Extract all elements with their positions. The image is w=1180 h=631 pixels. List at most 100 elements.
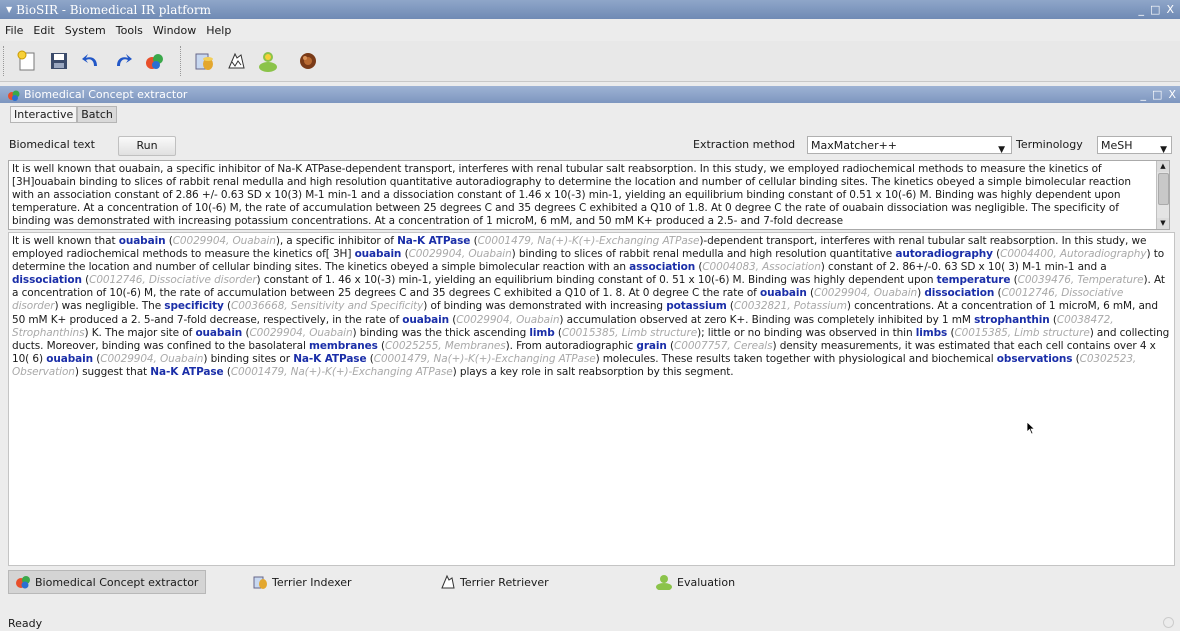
window-menu-icon[interactable]: ▼ — [6, 5, 12, 14]
concept-term[interactable]: specificity — [164, 300, 224, 312]
concept-term[interactable]: strophanthin — [974, 314, 1050, 326]
annotated-text: It is well known that ouabain (C0029904,… — [12, 235, 1170, 378]
terminology-select[interactable]: MeSH ▼ — [1097, 136, 1172, 155]
save-icon[interactable] — [46, 48, 72, 74]
retriever-icon[interactable] — [223, 48, 249, 74]
concept-term[interactable]: ouabain — [119, 235, 166, 247]
toolbar-grip-2[interactable] — [180, 46, 185, 76]
bottom-tab-terrier-indexer[interactable]: Terrier Indexer — [252, 570, 352, 594]
plain-text: suggest that — [78, 365, 151, 378]
concept-term[interactable]: Na-K ATPase — [397, 235, 470, 247]
plain-text: plays a key role in salt reabsorption by… — [456, 365, 734, 378]
panel-minimize-icon[interactable]: _ — [1141, 88, 1147, 101]
bottom-tab-label: Biomedical Concept extractor — [35, 575, 199, 589]
controls-row: Biomedical text Run Extraction method Ma… — [0, 135, 1180, 156]
concept-term[interactable]: limbs — [916, 327, 948, 339]
chevron-down-icon: ▼ — [998, 145, 1005, 155]
scroll-thumb[interactable] — [1158, 173, 1169, 205]
concept-term[interactable]: limb — [529, 327, 554, 339]
extraction-method-select[interactable]: MaxMatcher++ ▼ — [807, 136, 1012, 155]
menu-edit[interactable]: Edit — [28, 24, 59, 37]
plain-text: molecules. These results taken together … — [599, 352, 997, 365]
scroll-up-icon[interactable]: ▲ — [1157, 161, 1169, 172]
tab-interactive[interactable]: Interactive — [10, 106, 78, 123]
tab-batch[interactable]: Batch — [77, 106, 117, 123]
maximize-icon[interactable]: □ — [1150, 3, 1160, 16]
panel-maximize-icon[interactable]: □ — [1152, 88, 1162, 101]
status-text: Ready — [8, 617, 43, 630]
window-titlebar: ▼ BioSIR - Biomedical IR platform _ □ X — [0, 0, 1180, 19]
input-scrollbar[interactable]: ▲ ▼ — [1156, 161, 1169, 229]
plain-text: binding sites or — [207, 352, 294, 365]
bottom-tab-evaluation[interactable]: Evaluation — [655, 570, 735, 594]
concept-extractor-icon — [16, 576, 30, 589]
toolbar — [0, 41, 1180, 82]
concept-info: C0029904, Ouabain — [100, 352, 204, 365]
tool-icon[interactable] — [295, 48, 321, 74]
plain-text: binding was the thick ascending — [356, 326, 530, 339]
concept-term[interactable]: Na-K ATPase — [150, 366, 223, 378]
panel-close-icon[interactable]: X — [1168, 88, 1176, 101]
plain-text: It is well known that — [12, 235, 119, 247]
mouse-cursor-icon — [1026, 421, 1036, 435]
concept-term[interactable]: dissociation — [924, 287, 994, 299]
bottom-tab-concept-extractor[interactable]: Biomedical Concept extractor — [8, 570, 206, 594]
concept-extractor-icon[interactable] — [142, 48, 168, 74]
menu-tools[interactable]: Tools — [111, 24, 148, 37]
menu-bar: File Edit System Tools Window Help — [0, 19, 1180, 41]
evaluation-icon — [656, 575, 672, 590]
concept-term[interactable]: association — [629, 261, 695, 273]
concept-info: C0029904, Ouabain — [813, 287, 918, 300]
biomedical-text-input[interactable]: It is well known that ouabain, a specifi… — [8, 160, 1170, 230]
plain-text: accumulation observed at zero K+. Bindin… — [563, 313, 975, 326]
concept-term[interactable]: Na-K ATPase — [293, 353, 366, 365]
status-indicator-icon — [1163, 617, 1174, 628]
bottom-tab-label: Terrier Retriever — [460, 575, 549, 589]
concept-term[interactable]: grain — [636, 340, 666, 352]
menu-system[interactable]: System — [60, 24, 111, 37]
panel-title: Biomedical Concept extractor — [24, 88, 188, 101]
new-document-icon[interactable] — [14, 48, 40, 74]
plain-text: . From autoradiographic — [509, 339, 637, 352]
concept-term[interactable]: observations — [997, 353, 1073, 365]
plain-text: constant of 1. 46 x 10(-3) min-1, yieldi… — [260, 274, 937, 287]
scroll-down-icon[interactable]: ▼ — [1157, 218, 1169, 229]
evaluation-icon[interactable] — [255, 48, 281, 74]
concept-term[interactable]: potassium — [666, 300, 727, 312]
concept-term[interactable]: ouabain — [355, 248, 402, 260]
terminology-label: Terminology — [1016, 138, 1083, 151]
input-text: It is well known that ouabain, a specifi… — [12, 163, 1131, 227]
concept-term[interactable]: dissociation — [12, 274, 82, 286]
concept-info: C0025255, Membranes — [385, 339, 506, 352]
concept-term[interactable]: ouabain — [46, 353, 93, 365]
plain-text: ; little or no binding was observed in t… — [701, 326, 916, 339]
concept-info: C0015385, Limb structure — [954, 326, 1090, 339]
concept-term[interactable]: ouabain — [402, 314, 449, 326]
concept-info: C0001479, Na(+)-K(+)-Exchanging ATPase — [230, 365, 453, 378]
toolbar-grip[interactable] — [3, 46, 8, 76]
undo-icon[interactable] — [78, 48, 104, 74]
concept-term[interactable]: membranes — [309, 340, 378, 352]
annotated-output: It is well known that ouabain (C0029904,… — [8, 232, 1175, 566]
plain-text: binding to slices of rabbit renal medull… — [515, 248, 896, 261]
menu-window[interactable]: Window — [148, 24, 201, 37]
bottom-tab-terrier-retriever[interactable]: Terrier Retriever — [440, 570, 549, 594]
indexer-icon[interactable] — [191, 48, 217, 74]
panel-titlebar: Biomedical Concept extractor _ □ X — [0, 86, 1180, 103]
concept-term[interactable]: temperature — [937, 274, 1011, 286]
close-icon[interactable]: X — [1166, 3, 1174, 16]
plain-text: was negligible. The — [58, 300, 165, 313]
concept-term[interactable]: ouabain — [195, 327, 242, 339]
run-button[interactable]: Run — [118, 136, 176, 156]
terminology-value: MeSH — [1101, 139, 1133, 152]
menu-file[interactable]: File — [0, 24, 28, 37]
concept-term[interactable]: autoradiography — [895, 248, 993, 260]
concept-extractor-icon — [8, 90, 20, 101]
concept-term[interactable]: ouabain — [760, 287, 807, 299]
concept-info: C0029904, Ouabain — [408, 248, 512, 261]
concept-info: C0029904, Ouabain — [172, 235, 276, 247]
menu-help[interactable]: Help — [201, 24, 236, 37]
minimize-icon[interactable]: _ — [1139, 3, 1145, 16]
redo-icon[interactable] — [110, 48, 136, 74]
plain-text: constant of 2. 86+/-0. 63 SD x 10( 3) M-… — [824, 261, 1107, 274]
